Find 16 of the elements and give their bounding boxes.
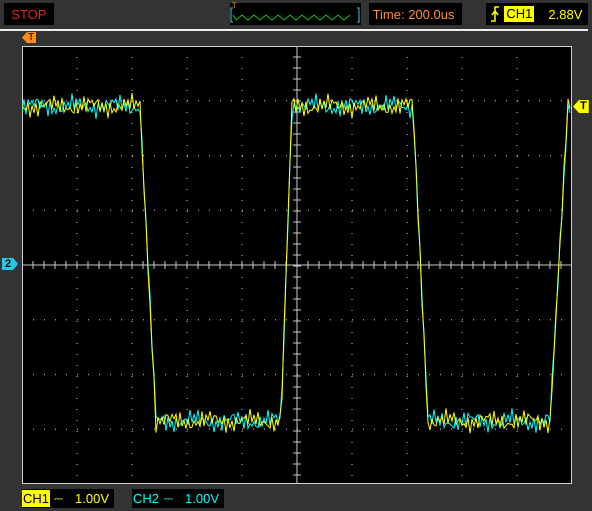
overview-trigger-marker: T	[232, 1, 237, 10]
trigger-level-marker[interactable]: T	[573, 100, 589, 113]
timebase-readout: Time: 200.0us	[368, 3, 462, 25]
volts-per-division: 1.00V	[75, 491, 109, 506]
run-status[interactable]: STOP	[4, 3, 54, 25]
coupling-symbol: ⎓	[164, 492, 174, 504]
rising-edge-icon	[490, 5, 500, 23]
overview-wave-icon	[230, 7, 360, 23]
channel-label[interactable]: CH1	[22, 490, 50, 507]
trigger-source: CH1	[504, 6, 534, 22]
trigger-position-marker[interactable]: T	[22, 32, 36, 43]
trigger-level: 2.88V	[548, 6, 582, 22]
channel-label[interactable]: CH2	[132, 490, 160, 507]
coupling-symbol: ⎓	[54, 492, 64, 504]
channel-ground-marker[interactable]: 2	[2, 258, 18, 270]
volts-per-division: 1.00V	[185, 491, 219, 506]
